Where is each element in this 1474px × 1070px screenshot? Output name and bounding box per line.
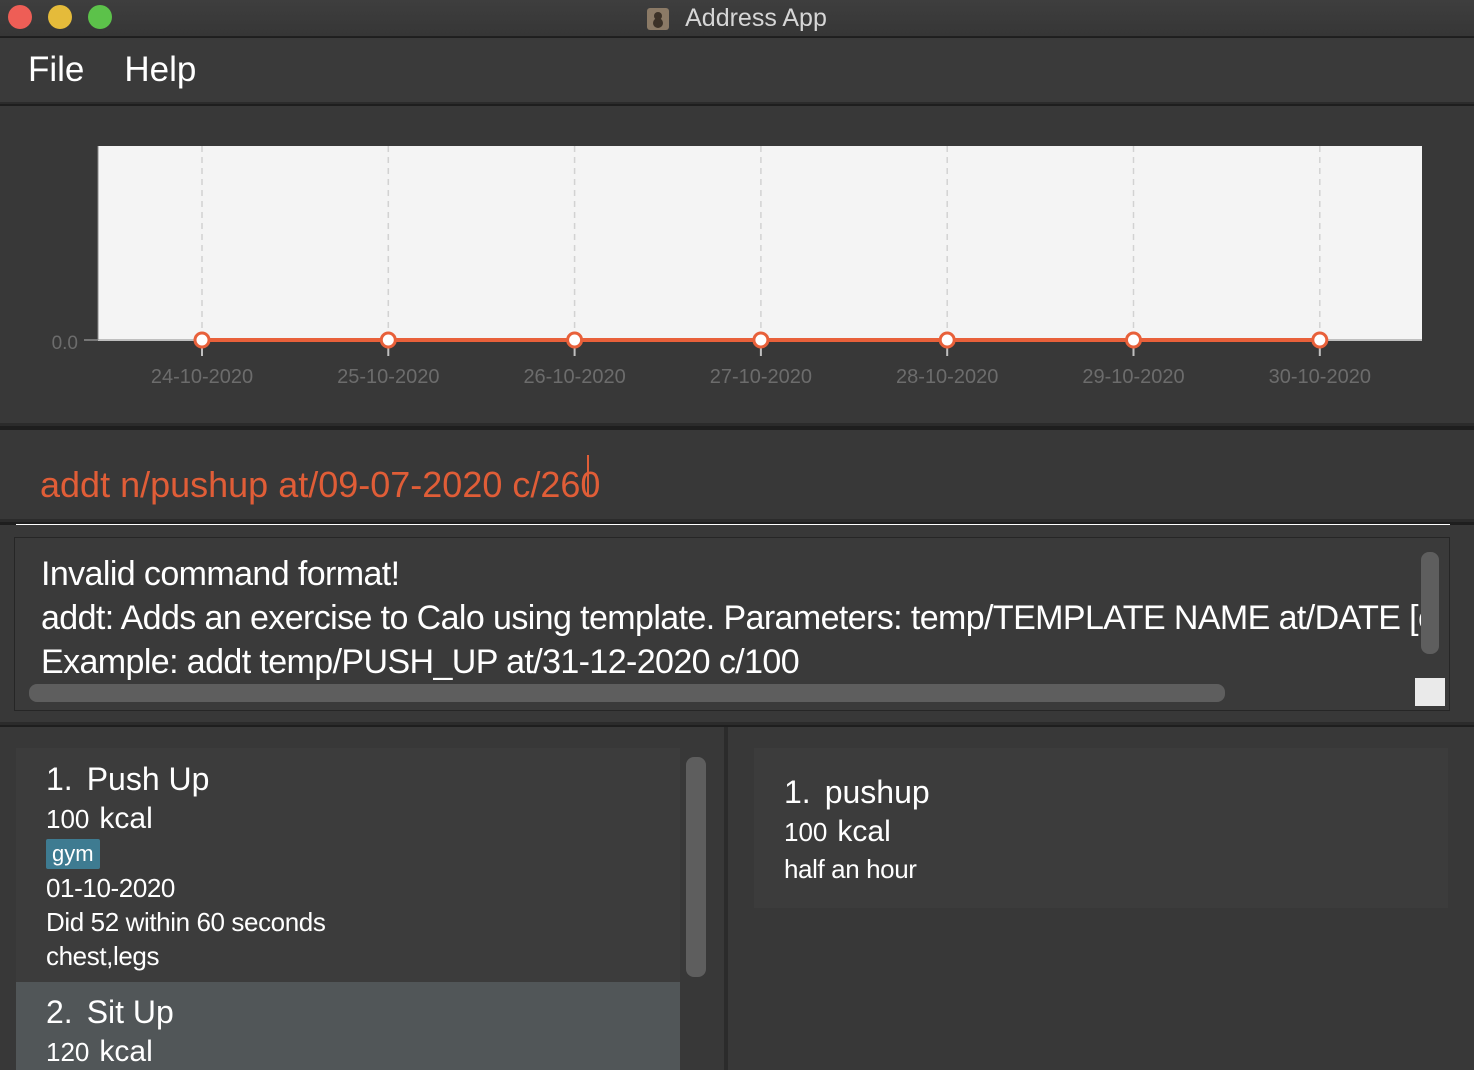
menu-help[interactable]: Help	[124, 50, 196, 90]
exercise-card[interactable]: 1. Push Up 100 kcal gym 01-10-2020 Did 52 …	[16, 748, 680, 982]
address-book-icon	[647, 7, 670, 30]
exercise-list-scrollbar[interactable]	[686, 757, 706, 977]
data-point	[938, 331, 956, 349]
exercise-index: 2.	[46, 994, 73, 1030]
exercise-card-selected[interactable]: 2. Sit Up 120 kcal	[16, 982, 680, 1070]
x-tick-label: 26-10-2020	[523, 366, 625, 388]
calorie-chart-pane: 0.0 24-10-2020 25-10-2020 26-10-2020 27-10-2…	[0, 106, 1474, 426]
x-tick-label: 30-10-2020	[1269, 366, 1371, 388]
data-point	[752, 331, 770, 349]
result-line: Example: addt temp/PUSH_UP at/31-12-2020…	[41, 643, 800, 681]
exercise-calories: 120 kcal	[46, 1032, 680, 1070]
menu-file[interactable]: File	[28, 50, 84, 90]
exercise-name: Sit Up	[86, 994, 174, 1030]
calorie-value: 100	[46, 804, 90, 834]
title-bar: Address App	[0, 0, 1474, 37]
template-calories: 100 kcal	[784, 812, 1448, 852]
x-tick-label: 24-10-2020	[151, 366, 253, 388]
exercise-description: Did 52 within 60 seconds	[46, 907, 326, 937]
result-text: Invalid command format! addt: Adds an ex…	[41, 552, 1421, 684]
data-point	[193, 331, 211, 349]
data-point	[1125, 331, 1142, 349]
result-display[interactable]: Invalid command format! addt: Adds an ex…	[14, 537, 1450, 711]
x-tick-label: 28-10-2020	[896, 366, 998, 388]
x-tick-label: 27-10-2020	[710, 366, 812, 388]
calorie-value: 100	[784, 817, 828, 847]
exercise-date: 01-10-2020	[46, 873, 175, 903]
template-name: pushup	[824, 774, 930, 810]
exercise-list-panel: 1. Push Up 100 kcal gym 01-10-2020 Did 52 …	[0, 727, 728, 1070]
calorie-unit: kcal	[99, 1035, 153, 1068]
calorie-unit: kcal	[99, 802, 153, 835]
command-input[interactable]	[16, 446, 1450, 526]
scrollbar-corner	[1415, 678, 1445, 706]
exercise-name: Push Up	[86, 761, 210, 797]
result-display-pane: Invalid command format! addt: Adds an ex…	[0, 525, 1474, 725]
y-tick-label: 0.0	[52, 333, 78, 354]
template-index: 1.	[784, 774, 811, 810]
result-line: addt: Adds an exercise to Calo using tem…	[41, 599, 1421, 637]
plot-area	[98, 146, 1422, 340]
exercise-index: 1.	[46, 761, 73, 797]
data-point	[379, 331, 397, 349]
template-list-panel: 1. pushup 100 kcal half an hour	[732, 727, 1474, 1070]
exercise-title: 1. Push Up	[46, 759, 680, 799]
calorie-chart: 0.0 24-10-2020 25-10-2020 26-10-2020 27-10-2…	[52, 146, 1422, 388]
exercise-title: 2. Sit Up	[46, 992, 680, 1032]
menu-bar: File Help	[0, 38, 1474, 104]
result-horizontal-scrollbar[interactable]	[29, 684, 1225, 702]
x-tick-label: 25-10-2020	[337, 366, 439, 388]
command-box-pane	[0, 430, 1474, 526]
bottom-panels: 1. Push Up 100 kcal gym 01-10-2020 Did 52 …	[0, 727, 1474, 1070]
data-point	[1311, 331, 1329, 349]
result-line: Invalid command format!	[41, 555, 400, 593]
window-title: Address App	[685, 4, 827, 32]
x-tick-label: 29-10-2020	[1082, 366, 1184, 388]
calorie-value: 120	[46, 1037, 90, 1067]
data-point	[566, 331, 584, 349]
result-vertical-scrollbar[interactable]	[1421, 552, 1439, 654]
text-caret	[587, 455, 589, 497]
template-card[interactable]: 1. pushup 100 kcal half an hour	[754, 748, 1448, 908]
template-duration: half an hour	[784, 854, 917, 884]
template-title: 1. pushup	[784, 772, 1448, 812]
exercise-muscles: chest,legs	[46, 941, 160, 971]
calorie-unit: kcal	[837, 815, 891, 848]
exercise-calories: 100 kcal	[46, 799, 680, 839]
exercise-tag: gym	[46, 839, 100, 869]
window-title-wrap: Address App	[0, 0, 1474, 37]
